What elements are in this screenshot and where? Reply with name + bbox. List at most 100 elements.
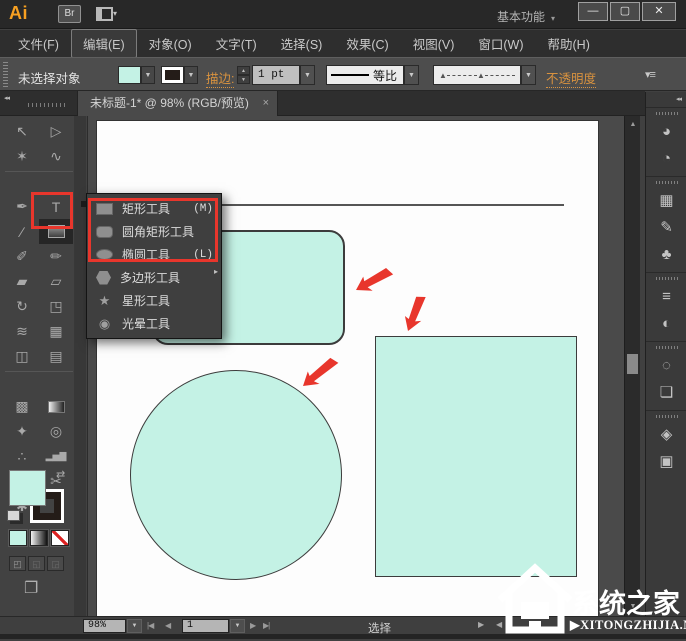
symbol-sprayer-tool-icon[interactable]: ∴ [5,444,39,469]
brushes-panel-icon[interactable]: ✎ [646,214,686,241]
document-tab[interactable]: 未标题-1* @ 98% (RGB/预览) × [77,91,278,116]
dock-collapse-icon[interactable]: ◂◂ [676,95,682,103]
scroll-up-icon[interactable]: ▲ [625,118,640,132]
first-artboard-button[interactable]: |◀ [147,619,154,633]
canvas-circle[interactable] [130,370,342,580]
blend-tool-icon[interactable]: ◎ [39,419,73,444]
rotate-tool-icon[interactable]: ↻ [5,294,39,319]
tab-close-icon[interactable]: × [263,91,269,115]
flyout-item-flare-tool[interactable]: ◉ 光晕工具 [87,312,221,335]
flyout-tearoff-icon[interactable]: ▸ [214,267,218,276]
toolbar-gripper[interactable] [28,103,66,107]
bridge-button[interactable]: Br [58,5,81,23]
vertical-scroll-thumb[interactable] [627,354,638,374]
menu-view[interactable]: 视图(V) [401,29,467,58]
zoom-level-input[interactable]: 98% [83,619,126,633]
column-graph-tool-icon[interactable]: ▂▅▇ [39,444,73,469]
artboard-dropdown[interactable]: ▼ [230,619,245,633]
dock-gripper[interactable] [655,181,678,184]
color-guide-panel-icon[interactable]: ◔ [646,145,686,172]
fill-color-dropdown[interactable]: ▼ [141,66,155,84]
artboards-panel-icon[interactable]: ▣ [646,448,686,475]
menu-window[interactable]: 窗口(W) [466,29,535,58]
shape-builder-tool-icon[interactable]: ◫ [5,344,39,369]
draw-inside-icon[interactable]: ◲ [47,556,64,571]
fill-indicator[interactable] [9,470,46,506]
lasso-tool-icon[interactable]: ∿ [39,144,73,169]
zoom-dropdown[interactable]: ▼ [127,619,142,633]
magic-wand-tool-icon[interactable]: ✶ [5,144,39,169]
transparency-panel-icon[interactable]: ◐ [646,310,686,337]
gradient-tool-icon[interactable] [39,394,73,419]
close-button[interactable]: ✕ [642,2,676,21]
panel-gripper[interactable] [3,62,8,87]
menu-select[interactable]: 选择(S) [269,29,335,58]
menu-effect[interactable]: 效果(C) [334,29,400,58]
none-button[interactable] [50,529,70,547]
stroke-panel-link[interactable]: 描边: [206,68,235,88]
workspace-selector[interactable]: 基本功能 ▾ [497,8,555,25]
stroke-width-stepper[interactable]: ▲ ▼ [237,66,250,84]
menu-edit[interactable]: 编辑(E) [70,29,137,58]
fill-color-swatch[interactable] [118,66,141,84]
width-profile-dropdown[interactable]: ▼ [521,65,536,85]
graphic-styles-panel-icon[interactable]: ❏ [646,379,686,406]
canvas-rectangle[interactable] [375,336,577,577]
stroke-style-dropdown[interactable]: ▼ [404,65,419,85]
swatches-panel-icon[interactable]: ▦ [646,187,686,214]
swap-fill-stroke-icon[interactable]: ⇄ [56,468,65,481]
stroke-width-dropdown[interactable]: ▼ [300,65,315,85]
dock-gripper[interactable] [655,112,678,115]
last-artboard-button[interactable]: ▶| [263,619,270,633]
maximize-button[interactable]: ▢ [610,2,640,21]
stepper-down-icon[interactable]: ▼ [237,75,250,84]
pencil-tool-icon[interactable]: ✏ [39,244,73,269]
canvas-vertical-scrollbar[interactable]: ▲ ▼ [624,116,640,616]
blob-brush-tool-icon[interactable]: ▰ [5,269,39,294]
workspace-switcher-icon[interactable]: ▾ [96,7,126,22]
paintbrush-tool-icon[interactable]: ✐ [5,244,39,269]
dock-gripper[interactable] [655,415,678,418]
appearance-panel-icon[interactable]: ◌ [646,352,686,379]
direct-selection-tool-icon[interactable]: ▷ [39,119,73,144]
symbols-panel-icon[interactable]: ♣ [646,241,686,268]
control-panel-menu-icon[interactable]: ▾≡ [645,68,656,81]
scale-tool-icon[interactable]: ◳ [39,294,73,319]
color-panel-icon[interactable]: ◕ [646,118,686,145]
width-profile-select[interactable]: ▲ ▲ [433,65,521,85]
artboard-number-input[interactable]: 1 [182,619,229,633]
toolbar-collapse-icon[interactable]: ◂◂ [4,94,10,102]
eraser-tool-icon[interactable]: ▱ [39,269,73,294]
flyout-item-star-tool[interactable]: ★ 星形工具 [87,289,221,312]
hscroll-right-icon[interactable]: ▶ [478,620,484,629]
menu-object[interactable]: 对象(O) [137,29,204,58]
stroke-width-input[interactable]: 1 pt [252,65,300,85]
stroke-color-dropdown[interactable]: ▼ [184,66,198,84]
gradient-button[interactable] [29,529,49,547]
mesh-tool-icon[interactable]: ▩ [5,394,39,419]
menu-help[interactable]: 帮助(H) [536,29,602,58]
draw-normal-icon[interactable]: ◰ [9,556,26,571]
perspective-grid-tool-icon[interactable]: ▤ [39,344,73,369]
free-transform-tool-icon[interactable]: ▦ [39,319,73,344]
flyout-item-polygon-tool[interactable]: 多边形工具 [87,266,221,289]
default-fill-stroke-icon[interactable] [7,510,20,521]
menu-type[interactable]: 文字(T) [204,29,269,58]
eyedropper-tool-icon[interactable]: ✦ [5,419,39,444]
previous-artboard-button[interactable]: ◀ [165,619,171,633]
stepper-up-icon[interactable]: ▲ [237,66,250,75]
layers-panel-icon[interactable]: ◈ [646,421,686,448]
menu-file[interactable]: 文件(F) [6,29,71,58]
stroke-color-swatch[interactable] [161,66,184,84]
width-tool-icon[interactable]: ≋ [5,319,39,344]
next-artboard-button[interactable]: ▶ [250,619,256,633]
draw-behind-icon[interactable]: ◱ [28,556,45,571]
dock-gripper[interactable] [655,277,678,280]
dock-gripper[interactable] [655,346,678,349]
opacity-panel-link[interactable]: 不透明度 [546,68,597,88]
stroke-panel-icon[interactable]: ≡ [646,283,686,310]
selection-tool-icon[interactable]: ↖ [5,119,39,144]
screen-mode-icon[interactable]: ❐ [24,578,38,598]
stroke-style-select[interactable]: 等比 [326,65,404,85]
minimize-button[interactable]: — [578,2,608,21]
